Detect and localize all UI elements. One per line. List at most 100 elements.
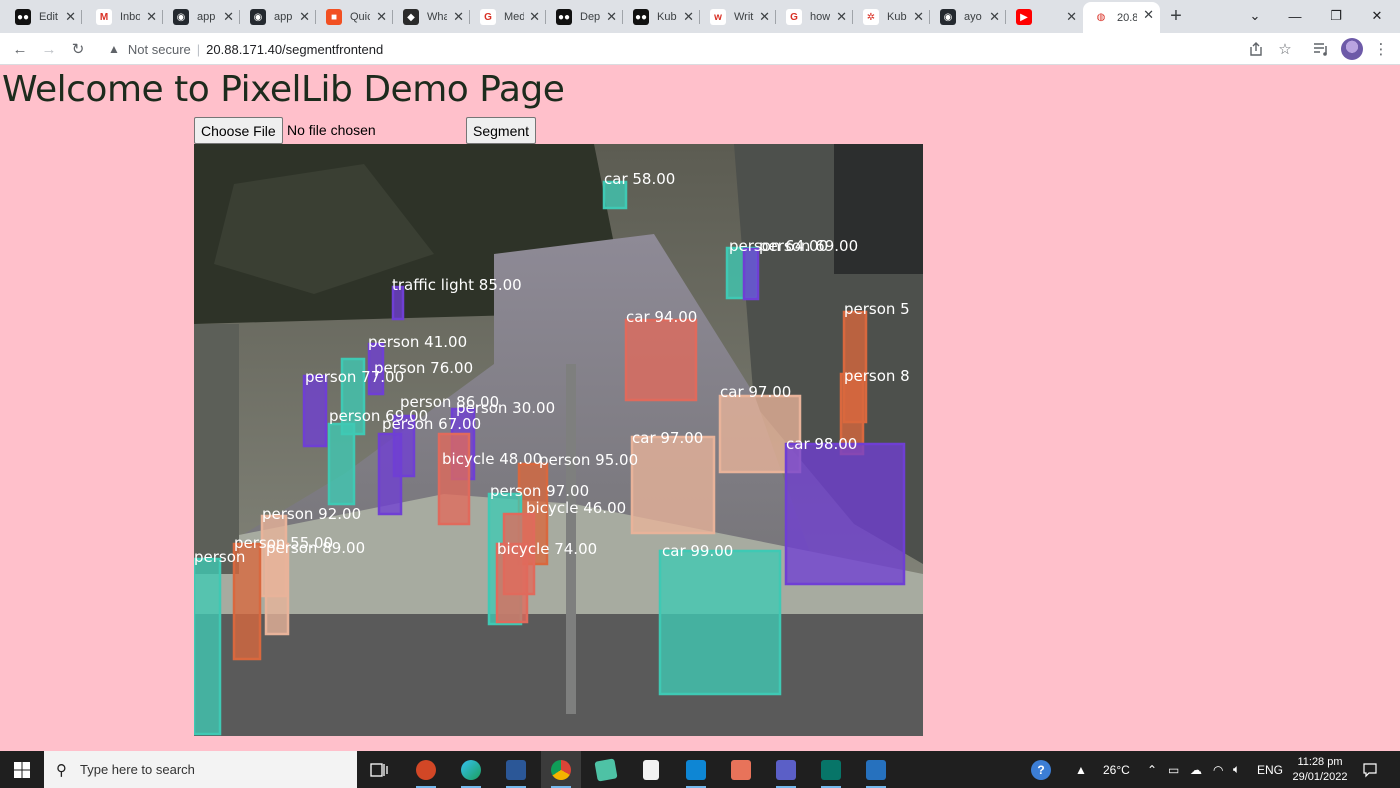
task-view-icon[interactable] (359, 751, 399, 788)
file-status-text: No file chosen (287, 122, 376, 138)
tab-close-icon[interactable]: ✕ (759, 9, 770, 25)
page-content: Welcome to PixelLib Demo Page Choose Fil… (0, 65, 1400, 751)
powerpoint-app-icon[interactable] (406, 751, 446, 788)
browser-tab[interactable]: ◆ What ✕ (393, 4, 470, 30)
new-tab-button[interactable]: + (1166, 5, 1186, 27)
detection-label: person 76.00 (374, 359, 473, 377)
url-text[interactable]: 20.88.171.40/segmentfrontend (206, 42, 383, 57)
chevron-up-icon[interactable]: ⌃ (1147, 751, 1157, 788)
tab-close-icon[interactable]: ✕ (1066, 9, 1077, 25)
browser-tab[interactable]: ◉ app ✕ (163, 4, 240, 30)
browser-tab[interactable]: ✲ Kub ✕ (853, 4, 930, 30)
detection-label: car 97.00 (720, 383, 791, 401)
close-window-button[interactable]: ✕ (1354, 2, 1400, 30)
medium-icon: ●● (633, 9, 649, 25)
tab-close-icon[interactable]: ✕ (299, 9, 310, 25)
teams-app-icon[interactable] (766, 751, 806, 788)
browser-tab[interactable]: ◉ app ✕ (240, 4, 316, 30)
detection-label: person 97.00 (490, 482, 589, 500)
tab-close-icon[interactable]: ✕ (65, 9, 76, 25)
wifi-icon[interactable]: ◠ (1213, 751, 1223, 788)
browser-tab[interactable]: ◉ ayo ✕ (930, 4, 1006, 30)
segmentation-mask (266, 544, 288, 634)
taskbar-search[interactable]: ⚲ Type here to search (44, 751, 357, 788)
clock[interactable]: 11:28 pm 29/01/2022 (1280, 755, 1360, 785)
bookmark-star-icon[interactable]: ☆ (1273, 37, 1297, 61)
tab-close-icon[interactable]: ✕ (913, 9, 924, 25)
publisher-app-icon[interactable] (811, 751, 851, 788)
choose-file-button[interactable]: Choose File (194, 117, 283, 144)
tab-close-icon[interactable]: ✕ (146, 9, 157, 25)
tab-close-icon[interactable]: ✕ (989, 9, 1000, 25)
tab-close-icon[interactable]: ✕ (683, 9, 694, 25)
browser-tab[interactable]: ◍ 20.8 ✕ (1083, 2, 1160, 33)
clock-date: 29/01/2022 (1292, 771, 1348, 783)
menu-kebab-icon[interactable]: ⋮ (1369, 37, 1393, 61)
warning-triangle-icon[interactable]: ▲ (108, 42, 120, 56)
browser-tab[interactable]: ●● Kub ✕ (623, 4, 700, 30)
weather-temperature[interactable]: 26°C (1103, 751, 1130, 788)
medium-icon: ●● (556, 9, 572, 25)
notifications-icon[interactable] (1362, 751, 1378, 788)
detection-label: bicycle 74.00 (497, 540, 597, 558)
forward-button[interactable]: → (37, 37, 61, 61)
battery-icon[interactable]: ▭ (1168, 751, 1179, 788)
vscode-app-icon[interactable] (676, 751, 716, 788)
tab-strip: ●● Edit ✕ M Inbox ✕ ◉ app ✕ ◉ app ✕ ■ Quick ✕ ◆ What ✕ G Me… (0, 0, 1400, 33)
edge-app-icon[interactable] (451, 751, 491, 788)
tab-close-icon[interactable]: ✕ (529, 9, 540, 25)
chrome-app-icon[interactable] (541, 751, 581, 788)
segmentation-mask (744, 249, 758, 299)
browser-tab[interactable]: ■ Quick ✕ (316, 4, 393, 30)
segmentation-mask (660, 551, 780, 694)
segmentation-mask (304, 376, 326, 446)
onedrive-cloud-icon[interactable]: ☁ (1190, 751, 1202, 788)
tab-close-icon[interactable]: ✕ (376, 9, 387, 25)
share-icon[interactable] (1244, 37, 1268, 61)
globe-icon: ◍ (1093, 9, 1109, 26)
address-bar[interactable]: ▲ Not secure | 20.88.171.40/segmentfront… (100, 36, 1238, 62)
tab-close-icon[interactable]: ✕ (836, 9, 847, 25)
tab-close-icon[interactable]: ✕ (453, 9, 464, 25)
tab-title: What (427, 11, 447, 23)
word-app-icon[interactable] (496, 751, 536, 788)
windows-logo-icon (14, 761, 30, 778)
browser-tab[interactable]: ●● Edit ✕ (5, 4, 82, 30)
powershell-app-icon[interactable] (856, 751, 896, 788)
weather-icon[interactable]: ▲ (1075, 751, 1087, 788)
security-label[interactable]: Not secure (128, 42, 191, 57)
file-app-icon[interactable] (631, 751, 671, 788)
browser-tab[interactable]: G Med ✕ (470, 4, 546, 30)
volume-icon[interactable]: 🔈︎ (1233, 751, 1240, 788)
segment-button[interactable]: Segment (466, 117, 537, 144)
medium-icon: ●● (15, 9, 31, 25)
maximize-button[interactable]: ❐ (1313, 2, 1359, 30)
reload-button[interactable]: ↻ (66, 37, 90, 61)
clock-time: 11:28 pm (1297, 756, 1343, 768)
detection-label: person 67.00 (382, 415, 481, 433)
browser-tab[interactable]: ●● Dep ✕ (546, 4, 623, 30)
tab-title: Kub (887, 11, 907, 23)
github-icon: ◉ (173, 9, 189, 25)
tab-title: app (274, 11, 293, 23)
profile-avatar[interactable] (1341, 38, 1363, 60)
back-button[interactable]: ← (8, 37, 32, 61)
github-icon: ◉ (940, 9, 956, 25)
browser-tab[interactable]: Ghow ✕ (776, 4, 853, 30)
detection-label: person 5 (844, 300, 910, 318)
browser-tab[interactable]: ▶ ✕ (1006, 4, 1083, 30)
browser-tab[interactable]: w Writ ✕ (700, 4, 776, 30)
start-button[interactable] (0, 751, 44, 788)
windows-taskbar: ⚲ Type here to search ? ▲ 26°C ⌃ ▭ ☁ ◠ 🔈… (0, 751, 1400, 788)
tab-close-icon[interactable]: ✕ (606, 9, 617, 25)
reading-list-icon[interactable] (1309, 37, 1333, 61)
notepad-app-icon[interactable] (586, 751, 626, 788)
tab-close-icon[interactable]: ✕ (223, 9, 234, 25)
minimize-button[interactable]: — (1272, 2, 1318, 30)
browser-tab[interactable]: M Inbox ✕ (86, 4, 163, 30)
photos-app-icon[interactable] (721, 751, 761, 788)
detection-label: person 95.00 (539, 451, 638, 469)
tab-close-icon[interactable]: ✕ (1143, 7, 1154, 23)
help-icon[interactable]: ? (1031, 751, 1051, 788)
search-icon: ⚲ (56, 761, 67, 779)
